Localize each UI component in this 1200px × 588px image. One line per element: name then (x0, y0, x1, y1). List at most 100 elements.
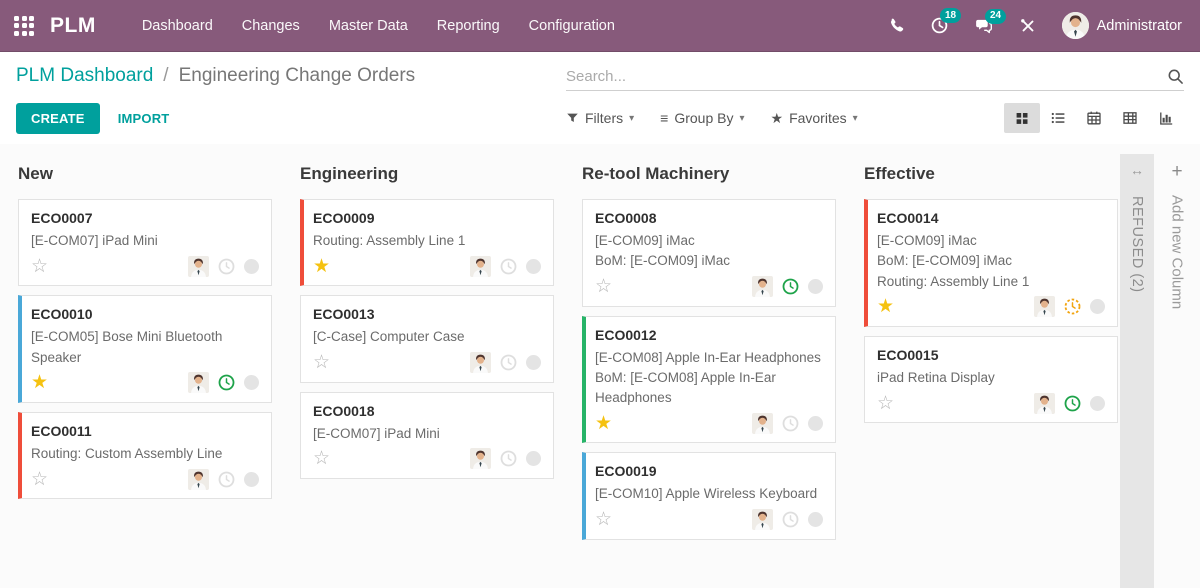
favorite-star-icon[interactable]: ★ (31, 373, 48, 392)
favorite-star-icon[interactable]: ☆ (313, 353, 330, 372)
view-pivot-button[interactable] (1112, 103, 1148, 133)
assignee-avatar (752, 276, 773, 297)
view-list-button[interactable] (1040, 103, 1076, 133)
favorite-star-icon[interactable]: ☆ (595, 510, 612, 529)
card-number: ECO0018 (313, 403, 541, 419)
kanban-card[interactable]: ECO0012 [E-COM08] Apple In-Ear Headphone… (582, 316, 836, 444)
kanban-card[interactable]: ECO0011 Routing: Custom Assembly Line ☆ (18, 412, 272, 499)
card-body: [E-COM07] iPad Mini (313, 424, 541, 444)
group-by-dropdown[interactable]: ≡ Group By ▾ (660, 110, 744, 126)
kanban-state-icon[interactable] (244, 472, 259, 487)
activities-badge: 18 (940, 8, 960, 23)
favorite-star-icon[interactable]: ☆ (31, 257, 48, 276)
menu-item-configuration[interactable]: Configuration (529, 18, 615, 34)
activity-clock-icon[interactable] (1064, 298, 1081, 315)
kanban-state-icon[interactable] (808, 279, 823, 294)
activity-clock-icon[interactable] (218, 374, 235, 391)
messages-icon[interactable]: 24 (974, 17, 994, 35)
chevron-down-icon: ▾ (739, 113, 744, 124)
tools-icon[interactable] (1019, 17, 1037, 35)
activity-clock-icon[interactable] (500, 258, 517, 275)
kanban-card[interactable]: ECO0009 Routing: Assembly Line 1 ★ (300, 199, 554, 286)
import-button[interactable]: IMPORT (112, 103, 176, 134)
main-menu: Dashboard Changes Master Data Reporting … (142, 18, 615, 34)
breadcrumb-parent[interactable]: PLM Dashboard (16, 65, 153, 87)
search-input[interactable] (566, 68, 1167, 85)
phone-icon[interactable] (888, 17, 905, 34)
card-footer: ☆ (313, 351, 541, 375)
kanban-state-icon[interactable] (526, 259, 541, 274)
add-new-column-button[interactable]: + Add new Column (1154, 144, 1200, 588)
kanban-state-icon[interactable] (1090, 396, 1105, 411)
calendar-icon (1086, 110, 1102, 126)
card-number: ECO0013 (313, 306, 541, 322)
bar-chart-icon (1158, 110, 1174, 126)
card-number: ECO0019 (595, 463, 823, 479)
favorite-star-icon[interactable]: ★ (595, 414, 612, 433)
activity-clock-icon[interactable] (782, 415, 799, 432)
card-footer: ☆ (877, 391, 1105, 415)
menu-item-reporting[interactable]: Reporting (437, 18, 500, 34)
kanban-card[interactable]: ECO0018 [E-COM07] iPad Mini ☆ (300, 392, 554, 479)
apps-menu-icon[interactable] (14, 16, 34, 36)
kanban-card[interactable]: ECO0010 [E-COM05] Bose Mini Bluetooth Sp… (18, 295, 272, 403)
favorite-star-icon[interactable]: ☆ (31, 470, 48, 489)
card-number: ECO0012 (595, 327, 823, 343)
card-footer: ☆ (31, 467, 259, 491)
favorite-star-icon[interactable]: ★ (877, 297, 894, 316)
kanban-card[interactable]: ECO0019 [E-COM10] Apple Wireless Keyboar… (582, 452, 836, 539)
toolbar-buttons: CREATE IMPORT (16, 103, 566, 134)
favorite-star-icon[interactable]: ☆ (313, 449, 330, 468)
assignee-avatar (752, 509, 773, 530)
top-navbar: PLM Dashboard Changes Master Data Report… (0, 0, 1200, 52)
pivot-icon (1122, 110, 1138, 126)
card-footer: ★ (31, 371, 259, 395)
menu-item-changes[interactable]: Changes (242, 18, 300, 34)
activity-clock-icon[interactable] (218, 258, 235, 275)
kanban-state-icon[interactable] (526, 355, 541, 370)
create-button[interactable]: CREATE (16, 103, 100, 134)
menu-item-dashboard[interactable]: Dashboard (142, 18, 213, 34)
activity-clock-icon[interactable] (500, 354, 517, 371)
collapsed-column-title: REFUSED (2) (1129, 196, 1145, 293)
column-title[interactable]: Re-tool Machinery (582, 164, 836, 184)
kanban-card[interactable]: ECO0007 [E-COM07] iPad Mini ☆ (18, 199, 272, 286)
view-calendar-button[interactable] (1076, 103, 1112, 133)
assignee-avatar (470, 448, 491, 469)
kanban-state-icon[interactable] (244, 375, 259, 390)
column-title[interactable]: Engineering (300, 164, 554, 184)
favorite-star-icon[interactable]: ★ (313, 257, 330, 276)
kanban-card[interactable]: ECO0014 [E-COM09] iMacBoM: [E-COM09] iMa… (864, 199, 1118, 327)
activity-clock-icon[interactable] (218, 471, 235, 488)
activity-clock-icon[interactable] (782, 511, 799, 528)
card-body: Routing: Custom Assembly Line (31, 444, 259, 464)
kanban-state-icon[interactable] (1090, 299, 1105, 314)
column-title[interactable]: New (18, 164, 272, 184)
view-graph-button[interactable] (1148, 103, 1184, 133)
favorite-star-icon[interactable]: ☆ (595, 277, 612, 296)
kanban-state-icon[interactable] (808, 512, 823, 527)
activity-clock-icon[interactable] (1064, 395, 1081, 412)
kanban-state-icon[interactable] (244, 259, 259, 274)
kanban-card[interactable]: ECO0015 iPad Retina Display ☆ (864, 336, 1118, 423)
activity-clock-icon[interactable] (782, 278, 799, 295)
kanban-state-icon[interactable] (526, 451, 541, 466)
kanban-card[interactable]: ECO0008 [E-COM09] iMacBoM: [E-COM09] iMa… (582, 199, 836, 307)
app-name[interactable]: PLM (50, 14, 96, 38)
card-body: [E-COM09] iMacBoM: [E-COM09] iMac (595, 231, 823, 272)
favorite-star-icon[interactable]: ☆ (877, 394, 894, 413)
menu-item-master-data[interactable]: Master Data (329, 18, 408, 34)
favorites-dropdown[interactable]: ★ Favorites ▾ (771, 110, 858, 127)
search-icon[interactable] (1167, 68, 1184, 85)
user-menu[interactable]: Administrator (1062, 12, 1182, 39)
card-number: ECO0011 (31, 423, 259, 439)
activity-clock-icon[interactable] (500, 450, 517, 467)
column-title[interactable]: Effective (864, 164, 1118, 184)
activities-icon[interactable]: 18 (930, 16, 949, 35)
kanban-card[interactable]: ECO0013 [C-Case] Computer Case ☆ (300, 295, 554, 382)
group-by-label: Group By (674, 110, 733, 126)
filters-dropdown[interactable]: Filters ▾ (566, 110, 634, 126)
kanban-state-icon[interactable] (808, 416, 823, 431)
collapsed-column-refused[interactable]: ↔ REFUSED (2) (1120, 154, 1154, 588)
view-kanban-button[interactable] (1004, 103, 1040, 133)
